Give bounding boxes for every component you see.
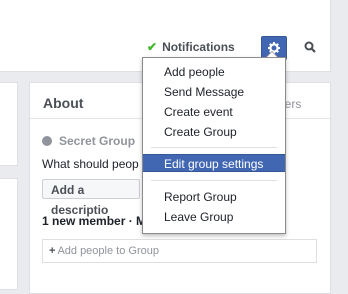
left-column-card (0, 178, 18, 290)
group-settings-menu: Add people Send Message Create event Cre… (142, 57, 286, 234)
new-member-text[interactable]: 1 new member · M (42, 214, 146, 228)
add-people-placeholder: Add people to Group (57, 245, 159, 257)
menu-item-leave-group[interactable]: Leave Group (143, 208, 285, 226)
privacy-row: Secret Group (42, 134, 135, 148)
privacy-label: Secret Group (59, 134, 136, 148)
notifications-label: Notifications (162, 40, 235, 54)
menu-item-edit-group-settings[interactable]: Edit group settings (143, 154, 285, 172)
menu-item-create-event[interactable]: Create event (143, 103, 285, 121)
menu-divider (151, 147, 277, 148)
notifications-button[interactable]: ✔ Notifications (147, 35, 235, 59)
menu-item-report-group[interactable]: Report Group (143, 188, 285, 206)
menu-divider (151, 180, 277, 181)
menu-item-add-people[interactable]: Add people (143, 63, 285, 81)
about-title: About (43, 95, 84, 111)
description-prompt: What should peop (42, 157, 139, 171)
add-people-input[interactable]: + Add people to Group (42, 239, 317, 263)
left-column-card (0, 82, 18, 166)
check-icon: ✔ (147, 40, 158, 54)
add-description-button[interactable]: Add a descriptio (42, 179, 140, 217)
dropdown-caret-inner (267, 52, 277, 57)
search-icon (304, 41, 316, 53)
plus-icon: + (49, 245, 56, 257)
search-button[interactable] (298, 36, 322, 58)
lock-icon (42, 136, 52, 146)
menu-item-create-group[interactable]: Create Group (143, 123, 285, 141)
menu-item-send-message[interactable]: Send Message (143, 83, 285, 101)
